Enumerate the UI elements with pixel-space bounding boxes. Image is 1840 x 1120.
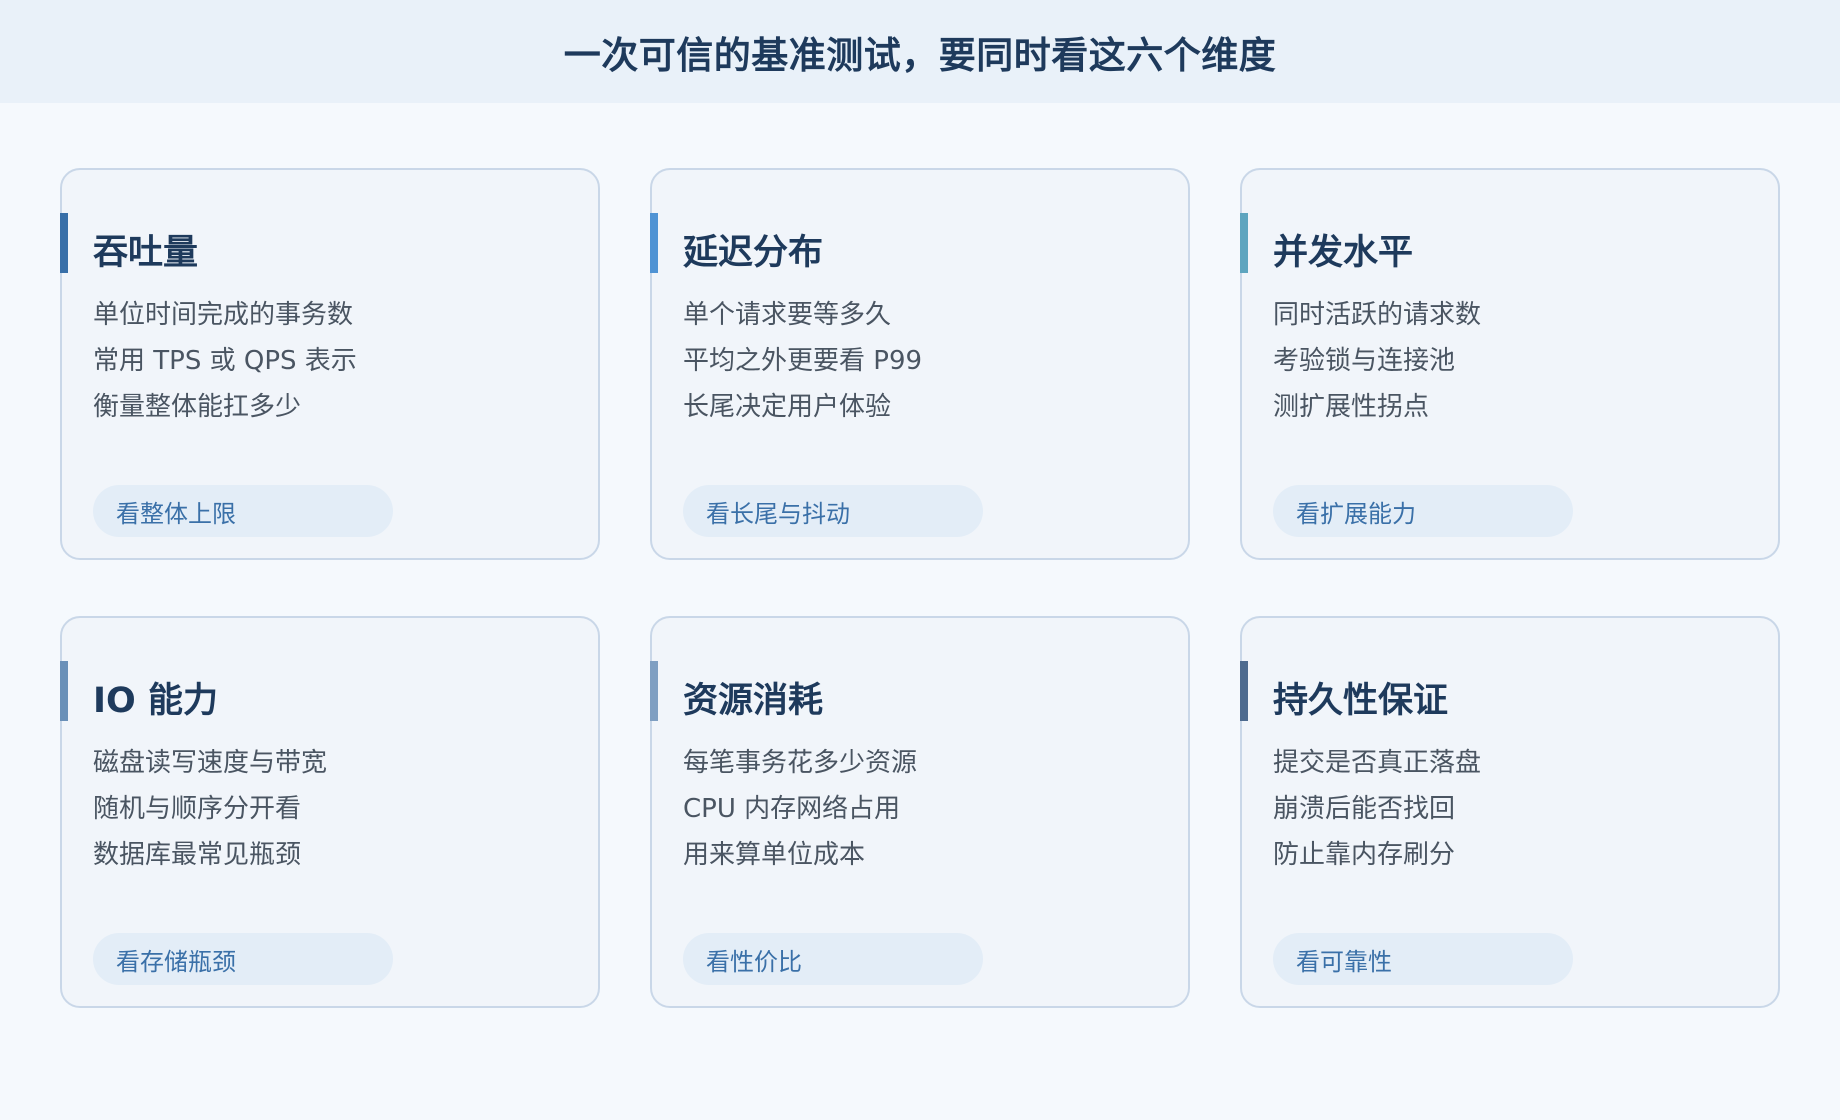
- card-line: 衡量整体能扛多少: [93, 392, 302, 422]
- card-title: 吞吐量: [93, 233, 199, 273]
- card-line: 每笔事务花多少资源: [683, 748, 918, 778]
- card-accent-bar: [60, 213, 68, 273]
- card-title: 持久性保证: [1273, 681, 1449, 721]
- card-lines: 单位时间完成的事务数 常用 TPS 或 QPS 表示 衡量整体能扛多少: [93, 292, 357, 430]
- card-resource: 资源消耗 每笔事务花多少资源 CPU 内存网络占用 用来算单位成本 看性价比: [650, 616, 1190, 1008]
- card-line: 测扩展性拐点: [1273, 392, 1430, 422]
- card-line: CPU 内存网络占用: [683, 794, 901, 824]
- card-line: 同时活跃的请求数: [1273, 300, 1482, 330]
- card-tag: 看整体上限: [93, 485, 393, 537]
- card-line: 崩溃后能否找回: [1273, 794, 1456, 824]
- card-title: 延迟分布: [683, 233, 824, 273]
- card-lines: 同时活跃的请求数 考验锁与连接池 测扩展性拐点: [1273, 292, 1481, 430]
- card-line: 常用 TPS 或 QPS 表示: [93, 346, 357, 376]
- card-title: IO 能力: [93, 681, 218, 721]
- card-tag: 看扩展能力: [1273, 485, 1573, 537]
- card-accent-bar: [650, 213, 658, 273]
- card-lines: 单个请求要等多久 平均之外更要看 P99 长尾决定用户体验: [683, 292, 922, 430]
- card-tag: 看性价比: [683, 933, 983, 985]
- card-io: IO 能力 磁盘读写速度与带宽 随机与顺序分开看 数据库最常见瓶颈 看存储瓶颈: [60, 616, 600, 1008]
- card-accent-bar: [1240, 213, 1248, 273]
- card-line: 单个请求要等多久: [683, 300, 892, 330]
- page-title: 一次可信的基准测试，要同时看这六个维度: [563, 33, 1277, 77]
- card-line: 单位时间完成的事务数: [93, 300, 354, 330]
- card-line: 长尾决定用户体验: [683, 392, 892, 422]
- card-tag: 看长尾与抖动: [683, 485, 983, 537]
- card-accent-bar: [60, 661, 68, 721]
- card-tag: 看存储瓶颈: [93, 933, 393, 985]
- card-accent-bar: [1240, 661, 1248, 721]
- card-line: 提交是否真正落盘: [1273, 748, 1482, 778]
- card-line: 用来算单位成本: [683, 840, 866, 870]
- dimension-grid: 吞吐量 单位时间完成的事务数 常用 TPS 或 QPS 表示 衡量整体能扛多少 …: [60, 168, 1780, 1008]
- card-line: 防止靠内存刷分: [1273, 840, 1456, 870]
- card-title: 并发水平: [1273, 233, 1414, 273]
- card-accent-bar: [650, 661, 658, 721]
- card-tag: 看可靠性: [1273, 933, 1573, 985]
- card-line: 考验锁与连接池: [1273, 346, 1456, 376]
- card-durability: 持久性保证 提交是否真正落盘 崩溃后能否找回 防止靠内存刷分 看可靠性: [1240, 616, 1780, 1008]
- card-lines: 提交是否真正落盘 崩溃后能否找回 防止靠内存刷分: [1273, 740, 1481, 878]
- card-concurrency: 并发水平 同时活跃的请求数 考验锁与连接池 测扩展性拐点 看扩展能力: [1240, 168, 1780, 560]
- card-lines: 每笔事务花多少资源 CPU 内存网络占用 用来算单位成本: [683, 740, 917, 878]
- card-line: 随机与顺序分开看: [93, 794, 302, 824]
- card-line: 磁盘读写速度与带宽: [93, 748, 328, 778]
- card-throughput: 吞吐量 单位时间完成的事务数 常用 TPS 或 QPS 表示 衡量整体能扛多少 …: [60, 168, 600, 560]
- card-title: 资源消耗: [683, 681, 824, 721]
- card-lines: 磁盘读写速度与带宽 随机与顺序分开看 数据库最常见瓶颈: [93, 740, 327, 878]
- card-latency: 延迟分布 单个请求要等多久 平均之外更要看 P99 长尾决定用户体验 看长尾与抖…: [650, 168, 1190, 560]
- header: 一次可信的基准测试，要同时看这六个维度: [0, 0, 1840, 103]
- card-line: 平均之外更要看 P99: [683, 346, 923, 376]
- card-line: 数据库最常见瓶颈: [93, 840, 302, 870]
